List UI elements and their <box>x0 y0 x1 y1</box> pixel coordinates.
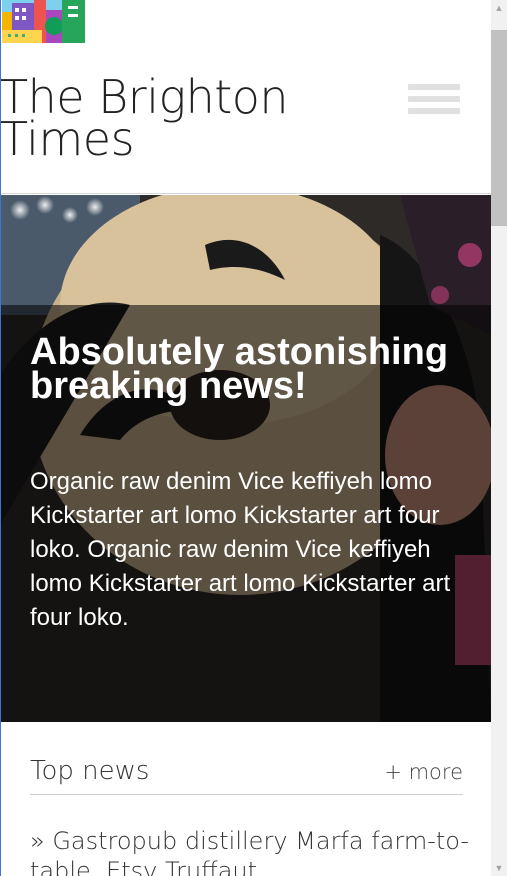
top-news-title: Top news <box>30 756 150 786</box>
scroll-thumb[interactable] <box>491 30 507 226</box>
window-border <box>0 0 1 876</box>
vertical-scrollbar[interactable]: ▲ ▼ <box>491 0 507 876</box>
more-news-link[interactable]: + more <box>384 760 463 784</box>
hamburger-menu-icon[interactable] <box>408 84 460 118</box>
scroll-down-arrow-icon[interactable]: ▼ <box>491 860 507 876</box>
hero-banner[interactable]: Absolutely astonishing breaking news! Or… <box>0 195 491 722</box>
top-news-header: Top news + more <box>30 756 463 795</box>
menu-bar <box>408 84 460 90</box>
menu-bar <box>408 96 460 102</box>
scroll-up-arrow-icon[interactable]: ▲ <box>491 0 507 16</box>
city-buildings-logo-icon[interactable] <box>2 0 85 43</box>
hero-headline[interactable]: Absolutely astonishing breaking news! <box>30 333 460 405</box>
menu-bar <box>408 108 460 114</box>
site-title: The Brighton Times <box>0 70 289 166</box>
header-divider <box>0 193 491 194</box>
page: The Brighton Times Absolutely astonishin… <box>0 0 491 876</box>
news-list-item[interactable]: » Gastropub distillery Marfa farm-to-tab… <box>30 826 470 876</box>
hero-summary: Organic raw denim Vice keffiyeh lomo Kic… <box>30 468 451 631</box>
